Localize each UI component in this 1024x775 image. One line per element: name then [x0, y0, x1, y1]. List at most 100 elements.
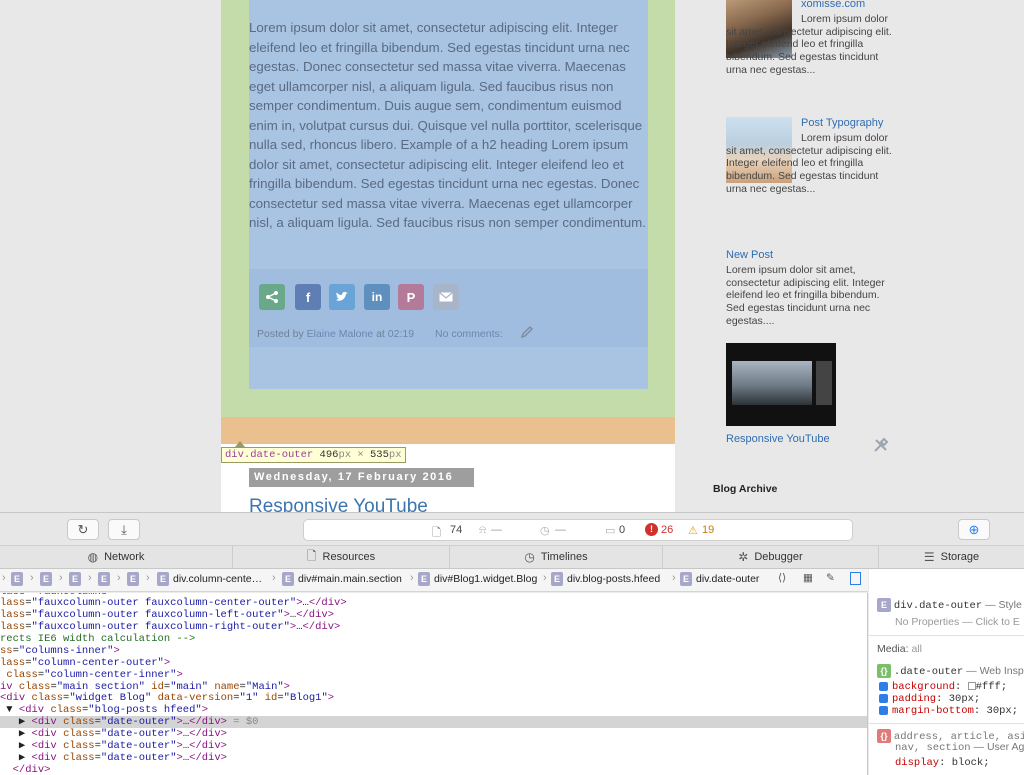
post-time-link[interactable]: 02:19: [388, 328, 414, 340]
debugger-icon: ✲: [738, 550, 749, 564]
tab-resources[interactable]: 🗋 Resources: [233, 546, 450, 568]
comments-link[interactable]: No comments:: [435, 328, 503, 340]
tab-network[interactable]: ◍ Network: [0, 546, 233, 568]
warnings-count: 19: [702, 524, 715, 536]
element-icon: E: [40, 572, 52, 586]
css-value: #fff;: [975, 681, 1008, 693]
element-icon: E: [282, 572, 294, 586]
breadcrumb-label: div#main.main.section: [298, 573, 402, 585]
facebook-icon[interactable]: f: [295, 284, 321, 310]
chevron-right-icon: ›: [2, 572, 6, 584]
tooltip-times: ×: [357, 449, 364, 461]
tools-icon[interactable]: [872, 436, 890, 459]
chevron-right-icon: ›: [117, 572, 121, 584]
tooltip-width-unit: px: [338, 449, 352, 461]
tab-label: Timelines: [540, 551, 588, 563]
video-thumbnail-image[interactable]: [726, 343, 836, 426]
activity-viewer[interactable]: 🗋 74 ⍾ — ◷ — ▭ 0 ! 26 ⚠ 19: [303, 519, 853, 541]
twitter-icon[interactable]: [329, 284, 355, 310]
sidebar-post-title[interactable]: New Post: [726, 249, 773, 261]
no-properties-hint[interactable]: No Properties — Click to E: [895, 616, 1020, 628]
email-icon[interactable]: [433, 284, 459, 310]
styles-sidebar: E div.date-outer — Style A No Properties…: [869, 569, 1024, 775]
inspector-tab-bar: ◍ Network 🗋 Resources ◷ Timelines ✲ Debu…: [0, 546, 1024, 569]
post-title[interactable]: Responsive YouTube: [249, 496, 428, 512]
resources-count: 74: [450, 524, 463, 536]
download-icon: ⤓: [121, 521, 127, 537]
breadcrumb-item[interactable]: E: [69, 572, 81, 586]
pinterest-icon[interactable]: P: [398, 284, 424, 310]
download-button[interactable]: ⤓: [108, 519, 140, 540]
media-label: Media:: [877, 643, 909, 655]
css-rule-selector[interactable]: .date-outer: [894, 666, 963, 678]
sidebar-post-title[interactable]: Post Typography: [801, 117, 883, 129]
format-code-icon[interactable]: ⟨⟩: [778, 572, 786, 584]
css-declaration[interactable]: margin-bottom: 30px;: [879, 705, 1018, 717]
sidebar-post-title[interactable]: Responsive YouTube: [726, 433, 830, 445]
edit-pencil-icon[interactable]: [520, 325, 534, 344]
element-icon: E: [680, 572, 692, 586]
css-rule-source[interactable]: — Web Insp: [966, 665, 1024, 677]
video-frame: [732, 361, 812, 405]
paintbrush-icon[interactable]: ✎: [826, 572, 835, 584]
css-property: margin-bottom: [892, 705, 974, 717]
grid-icon[interactable]: ▦: [803, 572, 813, 584]
tab-storage[interactable]: ☰ Storage: [879, 546, 1024, 568]
screen: { "page": { "post_paragraph": "Lorem ips…: [0, 0, 1024, 775]
element-icon: E: [11, 572, 23, 586]
breadcrumb-label: div.blog-posts.hfeed: [567, 573, 661, 585]
css-property: padding: [892, 693, 937, 705]
tab-timelines[interactable]: ◷ Timelines: [450, 546, 663, 568]
color-swatch[interactable]: [967, 682, 976, 691]
sidebar-toggle-icon[interactable]: [850, 572, 861, 585]
tab-label: Storage: [940, 551, 980, 563]
divider: [869, 635, 1024, 636]
checkbox-checked-icon[interactable]: [879, 705, 888, 715]
dom-line[interactable]: </div>: [0, 764, 51, 775]
element-icon: E: [877, 598, 891, 612]
chevron-right-icon: ›: [30, 572, 34, 584]
breadcrumb-item-main[interactable]: Ediv#main.main.section: [282, 572, 402, 586]
breadcrumb-item-blog-posts[interactable]: Ediv.blog-posts.hfeed: [551, 572, 660, 586]
web-page-viewport: Lorem ipsum dolor sit amet, consectetur …: [0, 0, 1024, 512]
chevron-right-icon: ›: [146, 572, 150, 584]
dom-tree[interactable]: lass="fauxcolumns" lass="fauxcolumn-oute…: [0, 593, 868, 775]
element-size-tooltip: div.date-outer 496px × 535px: [221, 447, 406, 463]
media-query-label: Media: all: [877, 643, 922, 655]
css-declaration[interactable]: padding: 30px;: [879, 693, 980, 705]
css-declaration[interactable]: background: #fff;: [879, 681, 1007, 693]
element-style-selector: div.date-outer: [893, 600, 983, 612]
share-icon[interactable]: [259, 284, 285, 310]
breadcrumb-item[interactable]: E: [127, 572, 139, 586]
chevron-right-icon: ›: [272, 572, 276, 584]
inspect-element-button[interactable]: ⊕: [958, 519, 990, 540]
element-style-header: E div.date-outer — Style A: [877, 598, 1024, 612]
css-property: background: [892, 681, 956, 693]
breadcrumb-item-date-outer[interactable]: Ediv.date-outer: [680, 572, 759, 586]
checkbox-checked-icon[interactable]: [879, 681, 888, 691]
tab-debugger[interactable]: ✲ Debugger: [663, 546, 879, 568]
element-style-source: — Style A: [985, 599, 1024, 611]
breadcrumb-item-blog1[interactable]: Ediv#Blog1.widget.Blog: [418, 572, 537, 586]
tooltip-height: 535: [369, 449, 389, 461]
log-bubble-icon: ▭: [605, 525, 616, 537]
sidebar-post-excerpt: Lorem ipsum dolor sit amet, consectetur …: [726, 132, 892, 195]
element-icon: E: [98, 572, 110, 586]
sidebar-post-title[interactable]: xomisse.com: [801, 0, 865, 10]
linkedin-icon[interactable]: in: [364, 284, 390, 310]
network-dash: —: [491, 524, 502, 536]
breadcrumb-item[interactable]: E: [11, 572, 23, 586]
author-link[interactable]: Elaine Malone: [307, 328, 374, 340]
blog-archive-title: Blog Archive: [713, 483, 778, 495]
post-body: Lorem ipsum dolor sit amet, consectetur …: [249, 20, 646, 230]
posted-by-label: Posted by: [257, 328, 304, 340]
breadcrumb-item[interactable]: E: [40, 572, 52, 586]
storage-icon: ☰: [923, 550, 935, 564]
warning-icon: ⚠: [688, 525, 698, 537]
ua-source: — User Age: [973, 741, 1024, 753]
checkbox-checked-icon[interactable]: [879, 693, 888, 703]
breadcrumb-item[interactable]: E: [98, 572, 110, 586]
user-agent-rule-icon: {}: [877, 729, 891, 743]
reload-button[interactable]: ↻: [67, 519, 99, 540]
breadcrumb-item-column-center[interactable]: Ediv.column-cente…: [157, 572, 262, 586]
